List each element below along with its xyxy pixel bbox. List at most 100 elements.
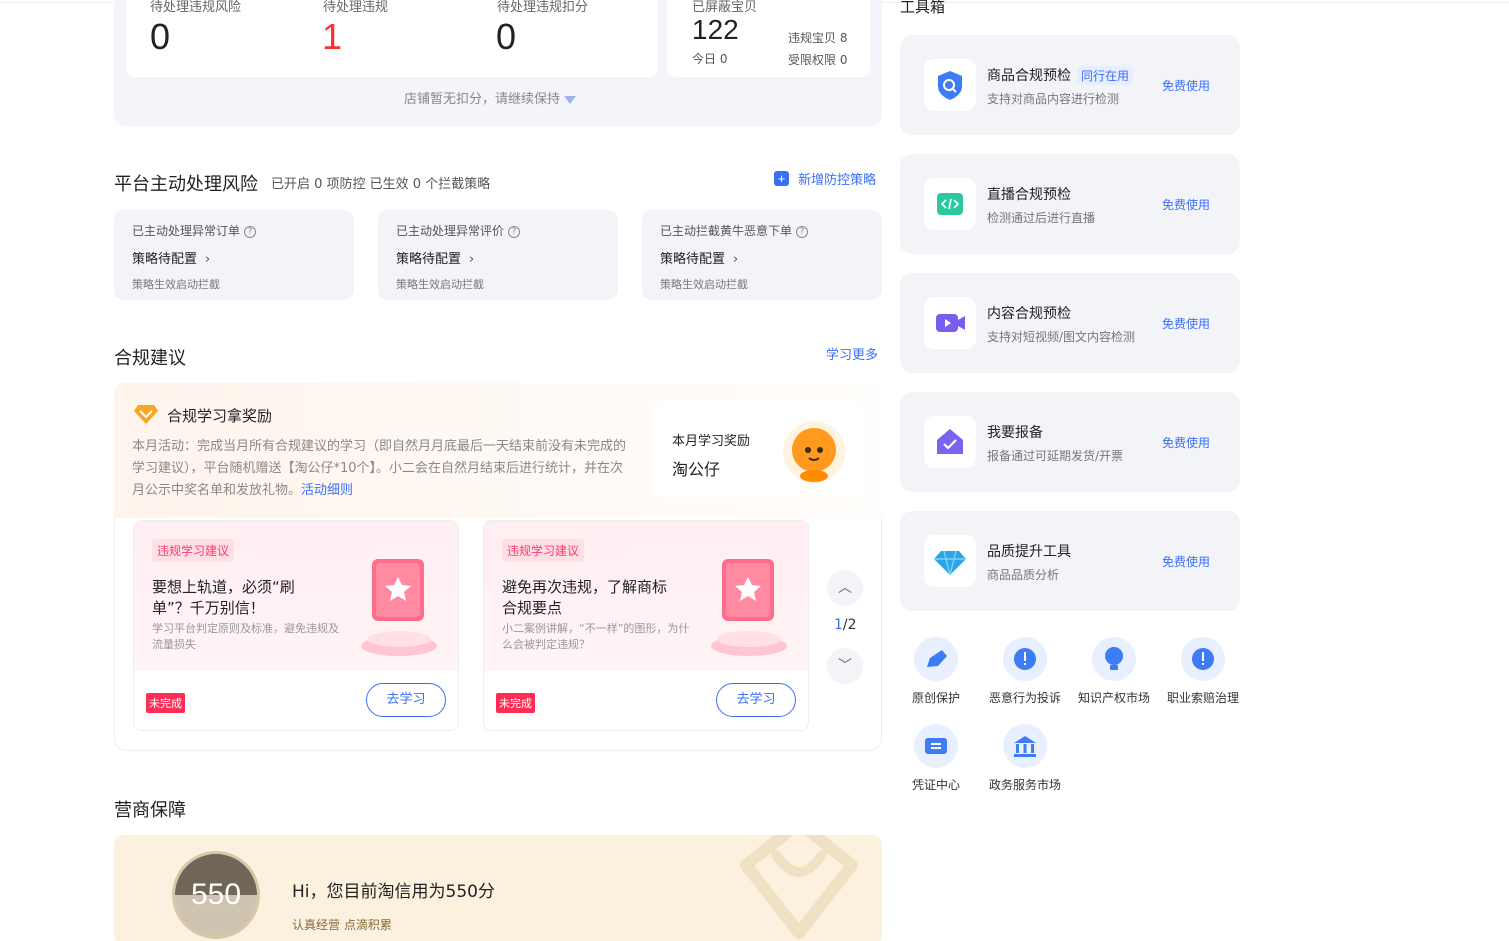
study-card-2[interactable]: 违规学习建议 避免再次违规，了解商标合规要点 小二案例讲解，“不一样”的图形，为…	[483, 520, 809, 731]
free-use-link[interactable]: 免费使用	[1162, 553, 1210, 570]
learn-more-link[interactable]: 学习更多	[826, 344, 878, 363]
risk-card-reviews[interactable]: 已主动处理异常评价? 策略待配置 › 策略生效启动拦截	[378, 210, 618, 300]
deduct-note-text: 店铺暂无扣分，请继续保持	[404, 92, 561, 107]
shortcut-label: 政务服务市场	[988, 778, 1061, 792]
shortcut-label: 凭证中心	[911, 778, 960, 792]
rule-link[interactable]: 活动细则	[301, 483, 353, 498]
chevron-right-icon: ›	[733, 252, 739, 267]
tool-name: 内容合规预检	[987, 306, 1071, 322]
risk-card-orders[interactable]: 已主动处理异常订单? 策略待配置 › 策略生效启动拦截	[114, 210, 354, 300]
stat-value-risk[interactable]: 0	[150, 16, 170, 58]
reward-title: 合规学习拿奖励	[167, 407, 273, 425]
stat-value-deduct[interactable]: 0	[496, 16, 516, 58]
free-use-link[interactable]: 免费使用	[1162, 315, 1210, 332]
shortcut-malicious-complaint[interactable]: 恶意行为投诉	[982, 637, 1068, 706]
risk-card-scalper[interactable]: 已主动拦截黄牛恶意下单? 策略待配置 › 策略生效启动拦截	[642, 210, 882, 300]
chevron-right-icon: ›	[205, 252, 211, 267]
credit-greeting: Hi，您目前淘信用为550分	[292, 882, 495, 902]
free-use-link[interactable]: 免费使用	[1162, 434, 1210, 451]
stat-label-risk: 待处理违规风险	[150, 0, 242, 15]
risk-card-title-text: 已主动拦截黄牛恶意下单	[660, 224, 793, 238]
tool-card-report[interactable]: 我要报备 报备通过可延期发货/开票 免费使用	[900, 392, 1240, 492]
stat-value-violation[interactable]: 1	[322, 16, 342, 58]
code-icon	[924, 178, 976, 230]
deduct-note[interactable]: 店铺暂无扣分，请继续保持	[404, 88, 577, 107]
chevron-down-icon: ﹀	[838, 658, 852, 674]
video-camera-icon	[924, 297, 976, 349]
business-section-title: 营商保障	[114, 800, 186, 821]
tool-tag: 同行在用	[1077, 66, 1134, 85]
pager-down-button[interactable]: ﹀	[827, 648, 863, 684]
study-tag: 违规学习建议	[152, 539, 235, 562]
credit-slogan: 认真经营 点滴积累	[292, 918, 392, 932]
free-use-link[interactable]: 免费使用	[1162, 196, 1210, 213]
alert-icon	[1181, 637, 1225, 681]
shortcut-original-protection[interactable]: 原创保护	[893, 637, 979, 706]
tool-description: 商品品质分析	[987, 568, 1060, 582]
pen-icon	[914, 637, 958, 681]
risk-card-title-text: 已主动处理异常评价	[396, 224, 505, 238]
shortcut-voucher-center[interactable]: 凭证中心	[893, 724, 979, 793]
tool-description: 支持对商品内容进行检测	[987, 92, 1120, 106]
today-label: 今日	[692, 52, 717, 66]
help-icon[interactable]: ?	[796, 225, 809, 238]
help-icon[interactable]: ?	[508, 225, 521, 238]
violation-item-label: 违规宝贝	[788, 31, 837, 45]
blocked-total-value[interactable]: 122	[692, 14, 739, 46]
tool-card-quality[interactable]: 品质提升工具 商品品质分析 免费使用	[900, 511, 1240, 611]
tool-name: 品质提升工具	[987, 544, 1071, 560]
expand-down-icon	[564, 95, 577, 104]
restrict-label: 受限权限	[788, 53, 837, 67]
monthly-reward-value: 淘公仔	[672, 460, 721, 479]
status-badge: 未完成	[496, 693, 535, 713]
shortcut-label: 原创保护	[911, 691, 960, 705]
tool-name-text: 商品合规预检	[987, 68, 1071, 84]
risk-card-status-text: 策略待配置	[660, 252, 726, 267]
stat-label-deduct: 待处理违规扣分	[497, 0, 589, 15]
study-card-1[interactable]: 违规学习建议 要想上轨道，必须“刷单”？千万别信！ 学习平台判定原则及标准，避免…	[133, 520, 459, 731]
mascot-avatar	[782, 420, 846, 488]
shortcut-label: 职业索赔治理	[1166, 691, 1239, 705]
shortcut-gov-market[interactable]: 政务服务市场	[982, 724, 1068, 793]
go-study-button[interactable]: 去学习	[366, 683, 446, 717]
tool-card-live-check[interactable]: 直播合规预检 检测通过后进行直播 免费使用	[900, 154, 1240, 254]
tool-name: 商品合规预检 同行在用	[987, 65, 1134, 85]
tool-name: 直播合规预检	[987, 187, 1071, 203]
risk-card-status[interactable]: 策略待配置 ›	[132, 248, 210, 267]
study-title: 避免再次违规，了解商标合规要点	[502, 578, 668, 617]
tool-card-product-check[interactable]: 商品合规预检 同行在用 支持对商品内容进行检测 免费使用	[900, 35, 1240, 135]
risk-card-note: 策略生效启动拦截	[660, 278, 748, 291]
risk-card-status-text: 策略待配置	[396, 252, 462, 267]
status-badge: 未完成	[146, 693, 185, 713]
shortcut-label: 知识产权市场	[1077, 691, 1150, 705]
add-strategy-button[interactable]: + 新增防控策略	[774, 168, 876, 188]
shortcut-claim-governance[interactable]: 职业索赔治理	[1160, 637, 1246, 706]
chevron-up-icon: ︿	[838, 580, 852, 596]
house-check-icon	[924, 416, 976, 468]
diamond-badge-icon	[134, 403, 158, 429]
pager-indicator: 1/2	[834, 617, 857, 633]
tool-card-content-check[interactable]: 内容合规预检 支持对短视频/图文内容检测 免费使用	[900, 273, 1240, 373]
risk-card-status[interactable]: 策略待配置 ›	[396, 248, 474, 267]
pager-current: 1	[834, 617, 843, 633]
tool-name: 我要报备	[987, 425, 1043, 441]
pager-up-button[interactable]: ︿	[827, 570, 863, 606]
stat-label-violation: 待处理违规	[323, 0, 389, 15]
violation-item-value: 8	[839, 31, 848, 45]
ticket-icon	[914, 724, 958, 768]
study-title: 要想上轨道，必须“刷单”？千万别信！	[152, 578, 295, 617]
shortcut-label: 恶意行为投诉	[988, 691, 1061, 705]
bank-icon	[1003, 724, 1047, 768]
go-study-button[interactable]: 去学习	[716, 683, 796, 717]
shortcut-ip-market[interactable]: 知识产权市场	[1071, 637, 1157, 706]
risk-card-status-text: 策略待配置	[132, 252, 198, 267]
free-use-link[interactable]: 免费使用	[1162, 77, 1210, 94]
risk-card-status[interactable]: 策略待配置 ›	[660, 248, 738, 267]
credit-score-badge[interactable]: 550	[172, 851, 260, 939]
tool-description: 报备通过可延期发货/开票	[987, 449, 1124, 463]
risk-section-title: 平台主动处理风险	[114, 174, 258, 195]
reward-description: 本月活动：完成当月所有合规建议的学习（即自然月月底最后一天结束前没有未完成的学习…	[132, 436, 632, 502]
help-icon[interactable]: ?	[244, 225, 257, 238]
plus-icon: +	[774, 171, 789, 186]
violation-item-stat: 违规宝贝 8	[788, 29, 847, 46]
